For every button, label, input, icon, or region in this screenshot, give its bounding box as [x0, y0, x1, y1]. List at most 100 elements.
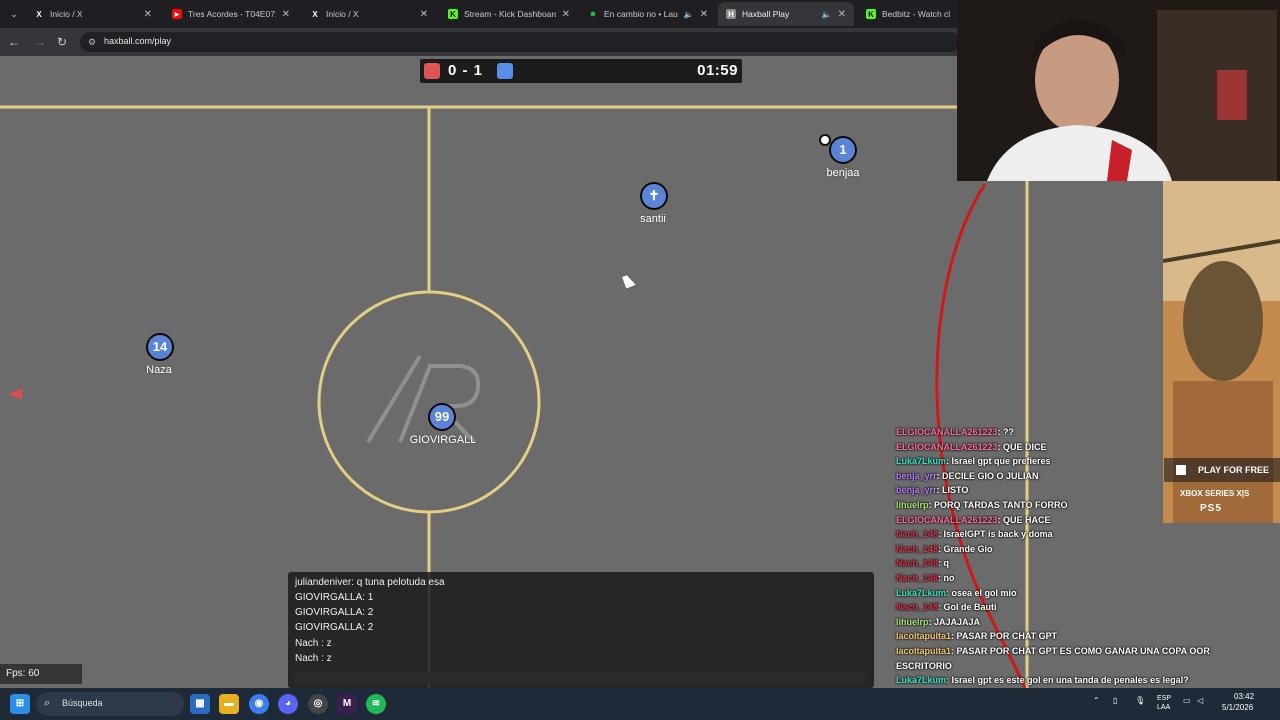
player-disc: ✝	[640, 182, 668, 210]
reload-icon[interactable]: ↻	[54, 34, 70, 50]
chat-text: ESCRITORIO	[896, 660, 952, 671]
tab-inicio-x-1[interactable]: X Inicio / X ✕	[26, 2, 160, 26]
chat-text: : ??	[997, 427, 1015, 437]
tab-title: Inicio / X	[50, 9, 83, 19]
tab-title: Inicio / X	[326, 9, 359, 19]
chat-username: lihuelrp	[896, 616, 929, 627]
match-timer: 01:59	[697, 62, 738, 79]
spotify-icon: ●	[589, 8, 597, 20]
tab-tres-acordes[interactable]: ▶ Tres Acordes - T04E07: Al ✕	[164, 2, 298, 26]
close-icon[interactable]: ✕	[144, 9, 152, 20]
url-text: haxball.com/play	[104, 36, 172, 46]
speaker-icon[interactable]: 🔈	[684, 10, 694, 19]
tab-search-icon[interactable]: ⌄	[6, 6, 22, 22]
stream-chat-message: lacoltapulta1: PASAR POR CHAT GPT ES COM…	[896, 646, 1210, 656]
store-icon[interactable]: ▦	[190, 694, 210, 714]
chat-message: GIOVIRGALLA: 2	[295, 622, 374, 633]
game-chat-panel: juliandeniver: q tuna pelotuda esa GIOVI…	[288, 572, 874, 688]
tab-title: Stream - Kick Dashboard	[464, 9, 556, 19]
microphone-icon[interactable]: 🎙	[1135, 696, 1145, 705]
close-icon[interactable]: ✕	[282, 9, 290, 20]
close-icon[interactable]: ✕	[562, 9, 570, 20]
stream-chat-message: Nach_148: Gol de Bauti	[896, 602, 997, 612]
close-icon[interactable]: ✕	[700, 9, 708, 20]
chat-text: : JAJAJAJA	[928, 616, 981, 627]
chat-username: benja_yrr	[896, 485, 937, 496]
speaker-icon[interactable]: 🔈	[822, 10, 832, 19]
tray-chevron-icon[interactable]: ⌃	[1093, 696, 1100, 705]
discord-icon[interactable]: ◕	[278, 694, 298, 714]
address-bar[interactable]: ⚙ haxball.com/play	[80, 32, 960, 52]
stream-chat-message: ELGIOCANALLA261223: QUE DICE	[896, 442, 1047, 452]
search-label: Búsqueda	[62, 698, 103, 708]
close-icon[interactable]: ✕	[420, 9, 428, 20]
site-info-icon[interactable]: ⚙	[88, 36, 100, 48]
chat-text: : PASAR POR CHAT GPT	[951, 631, 1058, 642]
chat-username: Nach_148	[896, 602, 939, 613]
chrome-icon[interactable]: ◉	[249, 694, 269, 714]
chat-message: Nach : z	[295, 653, 332, 664]
chat-text: : osea el gol mio	[946, 587, 1017, 598]
screen: ⌄ X Inicio / X ✕ ▶ Tres Acordes - T04E07…	[0, 0, 1280, 720]
chat-username: lacoltapulta1	[896, 646, 952, 656]
stream-chat-message: benja_yrr: DECILE GIO O JULIAN	[896, 471, 1039, 481]
chat-text: : PORQ TARDAS TANTO FORRO	[928, 500, 1068, 510]
red-team-badge	[424, 63, 440, 79]
clock-date[interactable]: 5/1/2026	[1222, 703, 1253, 712]
chat-text: : no	[938, 573, 955, 583]
clock-time[interactable]: 03:42	[1234, 692, 1254, 701]
windows-start-icon[interactable]: ⊞	[10, 694, 30, 714]
tab-haxball-play[interactable]: H Haxball Play 🔈 ✕	[718, 2, 854, 26]
tab-title: En cambio no • Laura	[604, 9, 678, 19]
chat-input[interactable]	[295, 672, 867, 684]
volume-icon[interactable]: ◁	[1197, 696, 1203, 705]
obs-icon[interactable]: ◎	[308, 694, 328, 714]
chat-username: Nach_148	[896, 573, 939, 583]
tray-device-icon[interactable]: ▯	[1113, 696, 1117, 705]
youtube-icon: ▶	[172, 9, 182, 19]
score: 0 - 1	[448, 62, 484, 79]
chat-text: : Gol de Bauti	[938, 602, 997, 613]
tab-inicio-x-2[interactable]: X Inicio / X ✕	[302, 2, 436, 26]
stream-chat-message: Nach_148: q	[896, 558, 949, 568]
stream-chat-message: Luka7Lkum: Israel gpt que prefieres	[896, 456, 1051, 466]
chat-username: ELGIOCANALLA261223	[896, 427, 998, 437]
back-arrow-icon[interactable]: ←	[6, 34, 22, 50]
chat-username: Luka7Lkum	[896, 456, 947, 467]
chat-username: ELGIOCANALLA261223	[896, 514, 998, 525]
chat-text: : QUE DICE	[997, 441, 1047, 452]
app-mm-icon[interactable]: M	[337, 694, 357, 714]
chat-username: Luka7Lkum	[896, 675, 947, 686]
chat-text: : QUE HACE	[997, 514, 1051, 525]
stream-chat-message: lacoltapulta1: PASAR POR CHAT GPT	[896, 631, 1057, 641]
forward-arrow-icon[interactable]: →	[32, 34, 48, 50]
stream-chat-message: lihuelrp: JAJAJAJA	[896, 617, 980, 627]
kick-icon: K	[866, 9, 876, 19]
fps-counter: Fps: 60	[0, 664, 82, 684]
spotify-icon[interactable]: ≋	[366, 694, 386, 714]
stream-chat-message: ELGIOCANALLA261223: ??	[896, 427, 1014, 437]
chat-username: lihuelrp	[896, 500, 929, 510]
stream-chat-message: benja_yrr: LISTO	[896, 485, 968, 495]
chat-username: Luka7Lkum	[896, 587, 947, 598]
tab-title: Bedbitz - Watch clips o	[882, 9, 950, 19]
language-indicator[interactable]: ESP LAA	[1157, 694, 1171, 712]
chat-message: juliandeniver: q tuna pelotuda esa	[295, 577, 445, 588]
stream-chat-message: Nach_148: IsraelGPT is back y doma	[896, 529, 1053, 539]
haxball-icon: H	[726, 9, 736, 19]
kick-icon: K	[448, 9, 458, 19]
tab-bedbitz-clips[interactable]: K Bedbitz - Watch clips o	[858, 2, 958, 26]
file-explorer-icon[interactable]: ▬	[219, 694, 239, 714]
chat-text: : LISTO	[936, 485, 969, 496]
network-icon[interactable]: ▭	[1183, 696, 1191, 705]
player-disc: 1	[829, 136, 857, 164]
tab-kick-dashboard[interactable]: K Stream - Kick Dashboard ✕	[440, 2, 578, 26]
scoreboard: 0 - 1 01:59	[420, 59, 742, 83]
chat-text: : Grande Gio	[938, 543, 993, 554]
close-icon[interactable]: ✕	[838, 9, 846, 20]
chat-message: Nach : z	[295, 638, 332, 649]
stream-chat-message: Nach_148: Grande Gio	[896, 544, 993, 554]
tab-spotify[interactable]: ● En cambio no • Laura 🔈 ✕	[580, 2, 716, 26]
stream-chat-overlay: ELGIOCANALLA261223: ?? ELGIOCANALLA261223…	[896, 424, 1280, 720]
taskbar-search[interactable]: ⌕ Búsqueda	[36, 692, 184, 716]
